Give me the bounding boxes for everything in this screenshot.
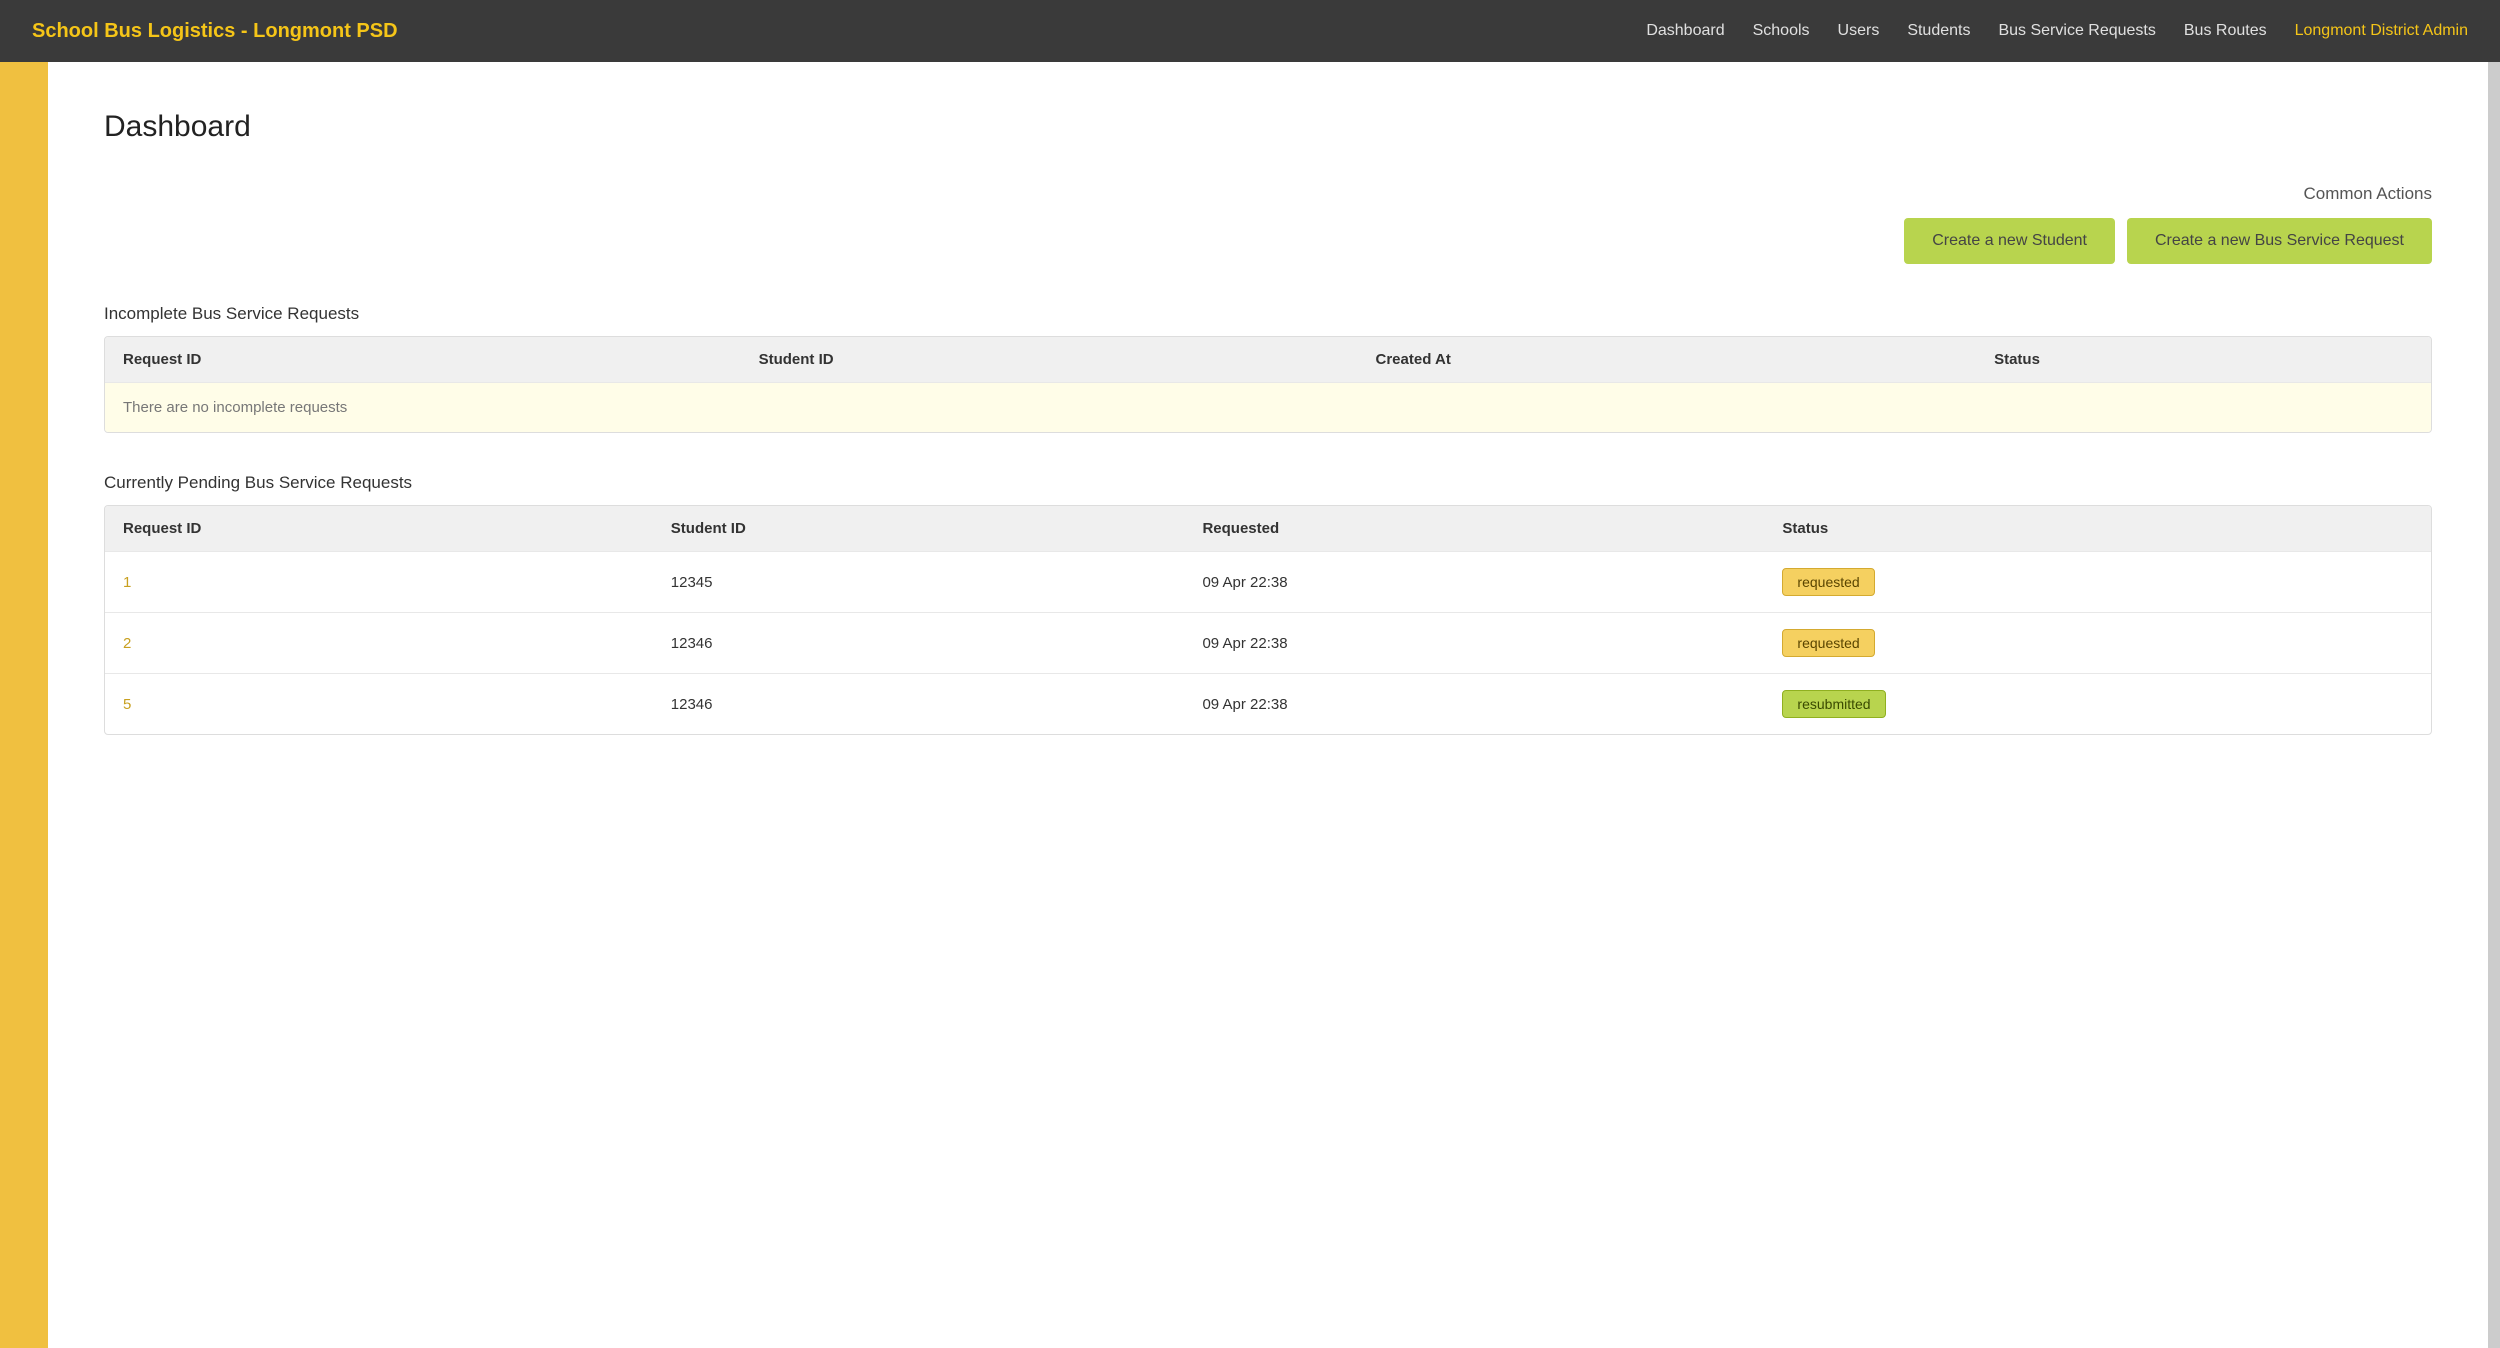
cell-requested: 09 Apr 22:38 <box>1184 552 1764 613</box>
incomplete-col-status: Status <box>1976 337 2431 383</box>
navbar: School Bus Logistics - Longmont PSD Dash… <box>0 0 2500 62</box>
cell-requested: 09 Apr 22:38 <box>1184 674 1764 735</box>
incomplete-table: Request ID Student ID Created At Status … <box>105 337 2431 432</box>
cell-student-id: 12346 <box>653 674 1185 735</box>
cell-status: requested <box>1764 613 2431 674</box>
cell-status: resubmitted <box>1764 674 2431 735</box>
nav-bus-service-requests[interactable]: Bus Service Requests <box>1998 22 2155 40</box>
incomplete-table-header: Request ID Student ID Created At Status <box>105 337 2431 383</box>
table-row: 2 12346 09 Apr 22:38 requested <box>105 613 2431 674</box>
actions-buttons: Create a new Student Create a new Bus Se… <box>1904 218 2432 264</box>
sidebar <box>0 62 48 1348</box>
incomplete-col-created-at: Created At <box>1358 337 1977 383</box>
cell-request-id[interactable]: 2 <box>105 613 653 674</box>
table-row: 1 12345 09 Apr 22:38 requested <box>105 552 2431 613</box>
request-id-link[interactable]: 5 <box>123 696 131 713</box>
cell-status: requested <box>1764 552 2431 613</box>
table-row: 5 12346 09 Apr 22:38 resubmitted <box>105 674 2431 735</box>
nav-dashboard[interactable]: Dashboard <box>1646 22 1724 40</box>
cell-student-id: 12346 <box>653 613 1185 674</box>
pending-section: Currently Pending Bus Service Requests R… <box>104 473 2432 735</box>
common-actions-section: Common Actions Create a new Student Crea… <box>104 184 2432 264</box>
status-badge: resubmitted <box>1782 690 1885 718</box>
status-badge: requested <box>1782 629 1874 657</box>
pending-col-status: Status <box>1764 506 2431 552</box>
pending-col-request-id: Request ID <box>105 506 653 552</box>
nav-schools[interactable]: Schools <box>1753 22 1810 40</box>
incomplete-table-container: Request ID Student ID Created At Status … <box>104 336 2432 433</box>
nav-students[interactable]: Students <box>1907 22 1970 40</box>
incomplete-empty-row: There are no incomplete requests <box>105 383 2431 433</box>
nav-user-admin[interactable]: Longmont District Admin <box>2295 22 2468 40</box>
create-student-button[interactable]: Create a new Student <box>1904 218 2115 264</box>
cell-requested: 09 Apr 22:38 <box>1184 613 1764 674</box>
common-actions-label: Common Actions <box>2304 184 2433 204</box>
cell-student-id: 12345 <box>653 552 1185 613</box>
nav-links: Dashboard Schools Users Students Bus Ser… <box>1646 22 2468 40</box>
incomplete-col-request-id: Request ID <box>105 337 741 383</box>
scrollbar[interactable] <box>2488 62 2500 1348</box>
incomplete-col-student-id: Student ID <box>741 337 1358 383</box>
brand-title: School Bus Logistics - Longmont PSD <box>32 20 398 43</box>
incomplete-section-title: Incomplete Bus Service Requests <box>104 304 2432 324</box>
nav-bus-routes[interactable]: Bus Routes <box>2184 22 2267 40</box>
pending-table: Request ID Student ID Requested Status 1… <box>105 506 2431 734</box>
cell-request-id[interactable]: 1 <box>105 552 653 613</box>
pending-table-header: Request ID Student ID Requested Status <box>105 506 2431 552</box>
pending-table-body: 1 12345 09 Apr 22:38 requested 2 12346 0… <box>105 552 2431 735</box>
pending-col-requested: Requested <box>1184 506 1764 552</box>
page-title: Dashboard <box>104 110 2432 144</box>
pending-section-title: Currently Pending Bus Service Requests <box>104 473 2432 493</box>
status-badge: requested <box>1782 568 1874 596</box>
create-bus-request-button[interactable]: Create a new Bus Service Request <box>2127 218 2432 264</box>
incomplete-empty-message: There are no incomplete requests <box>105 383 2431 433</box>
pending-col-student-id: Student ID <box>653 506 1185 552</box>
incomplete-section: Incomplete Bus Service Requests Request … <box>104 304 2432 433</box>
request-id-link[interactable]: 2 <box>123 635 131 652</box>
nav-users[interactable]: Users <box>1838 22 1880 40</box>
main-content: Dashboard Common Actions Create a new St… <box>48 62 2488 1348</box>
incomplete-table-body: There are no incomplete requests <box>105 383 2431 433</box>
page-wrapper: Dashboard Common Actions Create a new St… <box>0 62 2500 1348</box>
request-id-link[interactable]: 1 <box>123 574 131 591</box>
cell-request-id[interactable]: 5 <box>105 674 653 735</box>
pending-table-container: Request ID Student ID Requested Status 1… <box>104 505 2432 735</box>
